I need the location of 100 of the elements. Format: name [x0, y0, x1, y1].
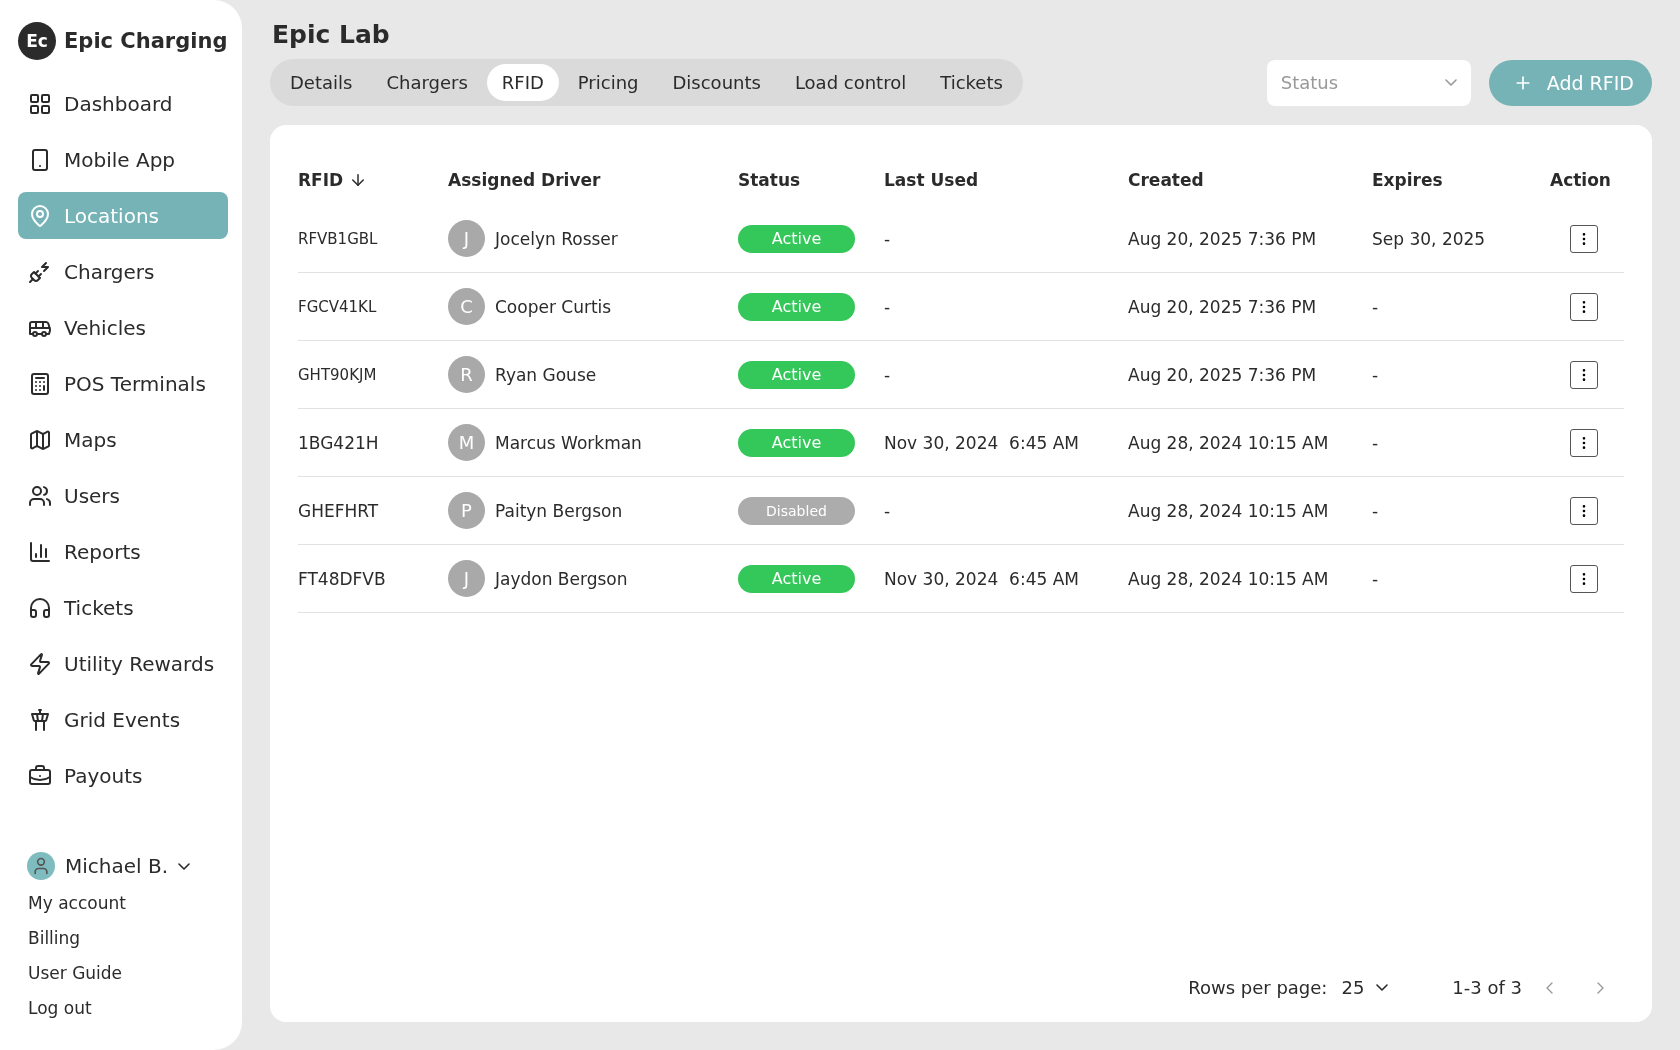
expires-cell: -	[1372, 364, 1379, 385]
map-pin-icon	[28, 203, 52, 228]
driver-name: Jocelyn Rosser	[495, 228, 618, 249]
row-menu-button[interactable]	[1570, 564, 1598, 593]
last-used-cell: -	[884, 500, 891, 521]
status-badge: Active	[738, 564, 855, 593]
driver-initial-avatar: R	[448, 356, 485, 393]
page-title: Epic Lab	[272, 20, 391, 49]
sidebar-item[interactable]: Tickets	[18, 584, 228, 631]
row-menu-button[interactable]	[1570, 360, 1598, 389]
column-header: Assigned Driver	[448, 170, 601, 190]
status-badge: Active	[738, 224, 855, 253]
account-link[interactable]: Log out	[18, 991, 228, 1026]
row-menu-button[interactable]	[1570, 496, 1598, 525]
tab[interactable]: Load control	[779, 64, 922, 101]
driver-name: Cooper Curtis	[495, 296, 612, 317]
users-icon	[28, 483, 52, 508]
sidebar-item[interactable]: Payouts	[18, 752, 228, 799]
sidebar-item[interactable]: Dashboard	[18, 80, 228, 127]
created-cell: Aug 28, 2024 10:15 AM	[1128, 568, 1329, 589]
column-header: Action	[1550, 170, 1611, 190]
driver-initial-avatar: M	[448, 424, 485, 461]
sidebar-item[interactable]: Users	[18, 472, 228, 519]
driver-initial-avatar: J	[448, 220, 485, 257]
column-header[interactable]: RFID	[298, 170, 344, 190]
headset-icon	[28, 595, 52, 620]
created-cell: Aug 28, 2024 10:15 AM	[1128, 500, 1329, 521]
briefcase-icon	[28, 763, 52, 788]
driver-initial-avatar: P	[448, 492, 485, 529]
terminal-icon	[28, 371, 52, 396]
expires-cell: -	[1372, 432, 1379, 453]
tab[interactable]: Tickets	[925, 64, 1018, 101]
expires-cell: -	[1372, 500, 1379, 521]
last-used-cell: -	[884, 364, 891, 385]
plug-icon	[28, 259, 52, 284]
last-used-cell: -	[884, 228, 891, 249]
created-cell: Aug 28, 2024 10:15 AM	[1128, 432, 1329, 453]
column-header: Status	[738, 170, 801, 190]
tower-icon	[28, 707, 52, 732]
sidebar-item[interactable]: Reports	[18, 528, 228, 575]
driver-initial-avatar: C	[448, 288, 485, 325]
brand-name: Epic Charging	[64, 29, 228, 53]
column-header: Last Used	[884, 170, 979, 190]
tab[interactable]: Discounts	[657, 64, 776, 101]
page-range: 1-3 of 3	[1452, 977, 1522, 998]
created-cell: Aug 20, 2025 7:36 PM	[1128, 364, 1317, 385]
rows-per-page-select[interactable]: 25	[1341, 977, 1389, 998]
account-link[interactable]: Billing	[18, 921, 228, 956]
tab[interactable]: Details	[275, 64, 368, 101]
status-badge: Disabled	[738, 496, 855, 525]
status-badge: Active	[738, 360, 855, 389]
driver-name: Jaydon Bergson	[495, 568, 628, 589]
driver-name: Paityn Bergson	[495, 500, 623, 521]
row-menu-button[interactable]	[1570, 292, 1598, 321]
status-badge: Active	[738, 428, 855, 457]
account-link[interactable]: My account	[18, 886, 228, 921]
column-header: Expires	[1372, 170, 1443, 190]
sidebar-item[interactable]: Mobile App	[18, 136, 228, 183]
rfid-cell: GHT90KJM	[298, 365, 377, 384]
user-avatar	[27, 852, 55, 880]
tab[interactable]: Pricing	[562, 64, 654, 101]
user-name[interactable]: Michael B.	[65, 854, 169, 878]
last-used-cell: Nov 30, 2024 6:45 AM	[884, 432, 1079, 453]
last-used-cell: Nov 30, 2024 6:45 AM	[884, 568, 1079, 589]
expires-cell: -	[1372, 296, 1379, 317]
driver-name: Ryan Gouse	[495, 364, 597, 385]
created-cell: Aug 20, 2025 7:36 PM	[1128, 228, 1317, 249]
lightning-icon	[28, 651, 52, 676]
rfid-cell: 1BG421H	[298, 432, 379, 453]
driver-name: Marcus Workman	[495, 432, 642, 453]
chevron-down-icon	[1376, 984, 1389, 991]
chevron-down-icon[interactable]	[178, 862, 191, 870]
rfid-cell: GHEFHRT	[298, 500, 379, 521]
sidebar-item[interactable]: POS Terminals	[18, 360, 228, 407]
expires-cell: Sep 30, 2025	[1372, 228, 1486, 249]
account-link[interactable]: User Guide	[18, 956, 228, 991]
row-menu-button[interactable]	[1570, 428, 1598, 457]
sidebar-item[interactable]: Maps	[18, 416, 228, 463]
status-badge: Active	[738, 292, 855, 321]
sidebar-item[interactable]: Utility Rewards	[18, 640, 228, 687]
driver-initial-avatar: J	[448, 560, 485, 597]
map-icon	[28, 427, 52, 452]
logo: Ec	[18, 22, 56, 60]
grid-icon	[28, 91, 52, 116]
rfid-cell: FT48DFVB	[298, 568, 386, 589]
bar-chart-icon	[28, 539, 52, 564]
sidebar-item[interactable]: Grid Events	[18, 696, 228, 743]
sidebar-item[interactable]: Vehicles	[18, 304, 228, 351]
rfid-cell: RFVB1GBL	[298, 229, 378, 248]
tab[interactable]: RFID	[486, 64, 559, 101]
column-header: Created	[1128, 170, 1204, 190]
sidebar-item[interactable]: Chargers	[18, 248, 228, 295]
row-menu-button[interactable]	[1570, 224, 1598, 253]
previous-page-icon[interactable]	[1546, 981, 1553, 994]
chevron-down-icon	[1444, 79, 1457, 86]
last-used-cell: -	[884, 296, 891, 317]
tab[interactable]: Chargers	[371, 64, 483, 101]
rows-per-page-label: Rows per page:	[1188, 977, 1328, 998]
next-page-icon[interactable]	[1597, 981, 1604, 994]
created-cell: Aug 20, 2025 7:36 PM	[1128, 296, 1317, 317]
